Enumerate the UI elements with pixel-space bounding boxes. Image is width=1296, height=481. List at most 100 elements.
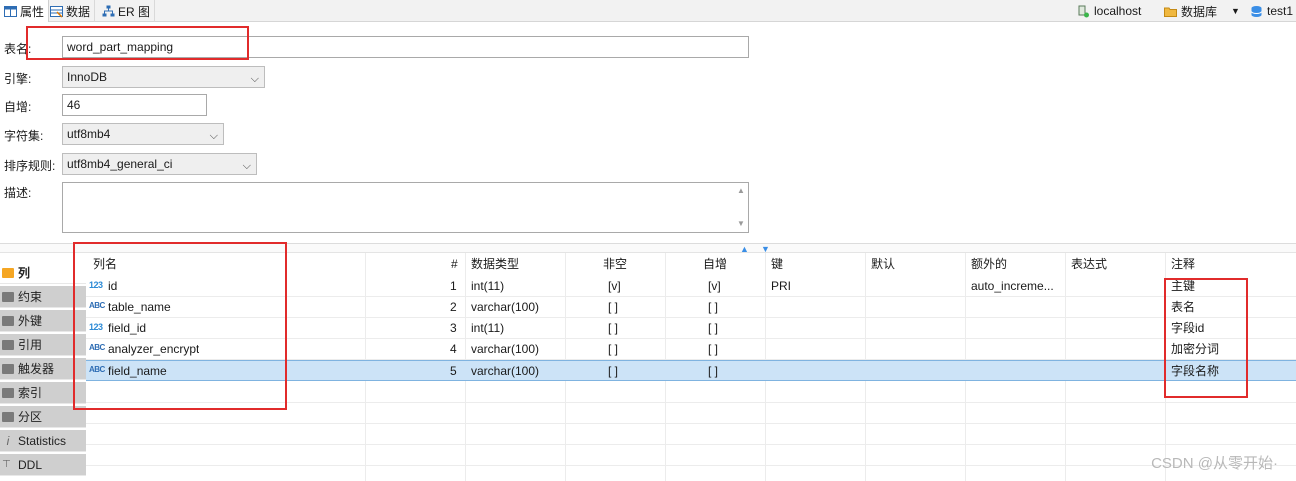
- nav-references-label: 引用: [18, 338, 43, 352]
- table-name-input[interactable]: word_part_mapping: [62, 36, 749, 58]
- nav-foreign-keys-label: 外键: [18, 314, 43, 328]
- header-key[interactable]: 键: [766, 253, 783, 275]
- nav-triggers-label: 触发器: [18, 362, 55, 376]
- folder-icon: [2, 387, 14, 398]
- panel-splitter[interactable]: ▲ ▼: [0, 243, 1296, 254]
- cell-auto-increment[interactable]: [ ]: [708, 361, 718, 381]
- header-comment[interactable]: 注释: [1166, 253, 1195, 275]
- cell-not-null[interactable]: [ ]: [608, 361, 618, 381]
- nav-indexes[interactable]: 索引: [0, 382, 86, 404]
- header-extra[interactable]: 额外的: [966, 253, 1007, 275]
- description-label: 描述:: [4, 186, 32, 200]
- charset-value: utf8mb4: [67, 127, 111, 141]
- cell-auto-increment[interactable]: [ ]: [708, 318, 718, 338]
- cell-column-name[interactable]: field_id: [108, 318, 146, 338]
- cell-comment[interactable]: 字段名称: [1171, 361, 1219, 381]
- header-default[interactable]: 默认: [866, 253, 895, 275]
- cell-column-name[interactable]: analyzer_encrypt: [108, 339, 199, 359]
- header-expression[interactable]: 表达式: [1066, 253, 1107, 275]
- table-properties-icon: [4, 5, 17, 17]
- charset-select[interactable]: utf8mb4 ⌵: [62, 123, 224, 145]
- watermark: CSDN @从零开始·: [1151, 455, 1278, 472]
- cell-not-null[interactable]: [ ]: [608, 297, 618, 317]
- schema-selector[interactable]: test1: [1250, 0, 1293, 22]
- nav-references[interactable]: 引用: [0, 334, 86, 356]
- nav-partitions[interactable]: 分区: [0, 406, 86, 428]
- cell-extra[interactable]: auto_increme...: [971, 276, 1063, 296]
- scroll-up-icon[interactable]: ▲: [737, 186, 1293, 195]
- nav-constraints[interactable]: 约束: [0, 286, 86, 308]
- numeric-type-icon: 123: [89, 280, 103, 290]
- cell-column-name[interactable]: field_name: [108, 361, 167, 381]
- empty-row: [86, 424, 1296, 445]
- database-selector[interactable]: 数据库 ▼: [1164, 0, 1240, 22]
- cell-auto-increment[interactable]: [v]: [708, 276, 721, 296]
- tab-er-diagram[interactable]: ER 图: [98, 0, 156, 22]
- cell-data-type[interactable]: varchar(100): [471, 297, 539, 317]
- nav-statistics[interactable]: i Statistics: [0, 430, 86, 452]
- header-ordinal[interactable]: #: [446, 253, 458, 275]
- cell-comment[interactable]: 表名: [1171, 297, 1195, 317]
- nav-indexes-label: 索引: [18, 386, 43, 400]
- cell-data-type[interactable]: int(11): [471, 276, 504, 296]
- collation-select[interactable]: utf8mb4_general_ci ⌵: [62, 153, 257, 175]
- charset-label: 字符集:: [4, 129, 44, 143]
- cell-key[interactable]: PRI: [771, 276, 791, 296]
- auto-increment-input[interactable]: 46: [62, 94, 207, 116]
- cell-not-null[interactable]: [ ]: [608, 339, 618, 359]
- cell-comment[interactable]: 字段id: [1171, 318, 1204, 338]
- header-data-type[interactable]: 数据类型: [466, 253, 519, 275]
- cell-auto-increment[interactable]: [ ]: [708, 339, 718, 359]
- cell-auto-increment[interactable]: [ ]: [708, 297, 718, 317]
- cell-data-type[interactable]: int(11): [471, 318, 504, 338]
- description-textarea[interactable]: [62, 182, 749, 233]
- tab-data[interactable]: 数据: [46, 0, 96, 22]
- folder-icon: [2, 291, 14, 302]
- scroll-down-icon[interactable]: ▼: [737, 219, 1293, 228]
- table-name-label: 表名:: [4, 42, 32, 56]
- tab-data-label: 数据: [66, 4, 91, 19]
- empty-row: [86, 445, 1296, 466]
- nav-columns[interactable]: 列: [0, 262, 86, 284]
- folder-icon: [2, 267, 14, 278]
- folder-icon: [2, 363, 14, 374]
- table-row-selected[interactable]: ABC field_name 5 varchar(100) [ ] [ ] 字段…: [86, 360, 1296, 381]
- connection-name: localhost: [1094, 4, 1142, 18]
- connection-selector[interactable]: localhost: [1077, 0, 1141, 22]
- numeric-type-icon: 123: [89, 322, 103, 332]
- nav-triggers[interactable]: 触发器: [0, 358, 86, 380]
- cell-data-type[interactable]: varchar(100): [471, 361, 539, 381]
- tab-properties[interactable]: 属性: [0, 0, 50, 22]
- folder-icon: [2, 339, 14, 350]
- collation-value: utf8mb4_general_ci: [67, 157, 173, 171]
- nav-ddl[interactable]: ⊤ DDL: [0, 454, 86, 476]
- database-folder-icon: [1164, 7, 1177, 17]
- table-row[interactable]: 123 id 1 int(11) [v] [v] PRI auto_increm…: [86, 276, 1296, 297]
- table-row[interactable]: 123 field_id 3 int(11) [ ] [ ] 字段id: [86, 318, 1296, 339]
- engine-select[interactable]: InnoDB ⌵: [62, 66, 265, 88]
- header-column-name[interactable]: 列名: [88, 253, 117, 275]
- cell-ordinal: 1: [450, 279, 457, 293]
- chevron-down-icon[interactable]: ▼: [1231, 6, 1240, 16]
- cell-ordinal: 5: [450, 364, 457, 378]
- info-icon: i: [6, 433, 10, 448]
- table-row[interactable]: ABC analyzer_encrypt 4 varchar(100) [ ] …: [86, 339, 1296, 360]
- nav-statistics-label: Statistics: [18, 433, 67, 448]
- table-row[interactable]: ABC table_name 2 varchar(100) [ ] [ ] 表名: [86, 297, 1296, 318]
- nav-foreign-keys[interactable]: 外键: [0, 310, 86, 332]
- tab-properties-label: 属性: [20, 4, 45, 19]
- header-auto-increment[interactable]: 自增: [698, 253, 727, 275]
- text-type-icon: ABC: [89, 301, 105, 310]
- nav-partitions-label: 分区: [18, 410, 43, 424]
- cell-comment[interactable]: 主键: [1171, 276, 1195, 296]
- cell-column-name[interactable]: table_name: [108, 297, 171, 317]
- ddl-icon: ⊤: [2, 459, 11, 470]
- cell-column-name[interactable]: id: [108, 276, 117, 296]
- cell-data-type[interactable]: varchar(100): [471, 339, 539, 359]
- cell-not-null[interactable]: [ ]: [608, 318, 618, 338]
- editor-toolbar: 属性 数据 ER 图 localhost 数据库 ▼ test1: [0, 0, 1296, 22]
- engine-value: InnoDB: [67, 70, 108, 84]
- header-not-null[interactable]: 非空: [598, 253, 627, 275]
- cell-not-null[interactable]: [v]: [608, 276, 621, 296]
- cell-comment[interactable]: 加密分词: [1171, 339, 1219, 359]
